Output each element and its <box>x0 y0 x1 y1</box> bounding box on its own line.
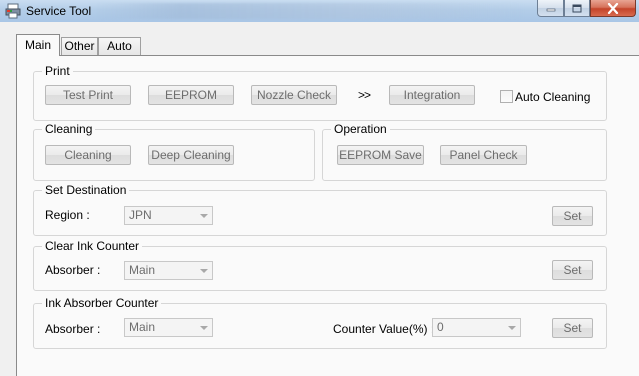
minimize-button[interactable] <box>537 0 564 17</box>
print-group: Print Test Print EEPROM Nozzle Check >> … <box>33 64 607 121</box>
tab-main-label: Main <box>24 38 51 52</box>
title-bar-glass <box>95 3 525 19</box>
maximize-icon <box>572 4 582 12</box>
printer-app-icon <box>5 3 21 19</box>
clear-ink-counter-group: Clear Ink Counter Absorber : Main Set <box>33 239 607 291</box>
clear-ink-counter-title: Clear Ink Counter <box>42 239 143 253</box>
clear-ink-counter-set-button[interactable]: Set <box>552 260 593 280</box>
operation-group: Operation EEPROM Save Panel Check <box>322 122 607 181</box>
set-destination-group: Set Destination Region : JPN Set <box>33 183 607 236</box>
ink-absorber-counter-group: Ink Absorber Counter Absorber : Main Cou… <box>33 296 607 349</box>
chevron-down-icon <box>200 214 208 218</box>
region-select[interactable]: JPN <box>124 206 213 225</box>
maximize-button[interactable] <box>564 0 590 17</box>
counter-absorber-label: Absorber : <box>45 322 101 336</box>
counter-value-select[interactable]: 0 <box>432 318 521 337</box>
test-print-button[interactable]: Test Print <box>45 85 131 105</box>
title-bar: Service Tool <box>0 0 639 22</box>
auto-cleaning-label: Auto Cleaning <box>515 90 591 104</box>
print-group-title: Print <box>42 64 73 78</box>
tab-main[interactable]: Main <box>16 34 60 56</box>
set-destination-title: Set Destination <box>42 183 130 197</box>
eeprom-button[interactable]: EEPROM <box>148 85 234 105</box>
region-select-value: JPN <box>129 208 152 222</box>
chevron-down-icon <box>508 326 516 330</box>
ink-absorber-counter-title: Ink Absorber Counter <box>42 296 162 310</box>
clear-absorber-select[interactable]: Main <box>124 261 213 280</box>
integration-button[interactable]: Integration <box>389 85 475 105</box>
chevron-down-icon <box>200 326 208 330</box>
counter-absorber-select[interactable]: Main <box>124 318 213 337</box>
tab-other[interactable]: Other <box>61 37 98 55</box>
nozzle-check-button[interactable]: Nozzle Check <box>251 85 337 105</box>
counter-value-label: Counter Value(%) : <box>333 322 435 336</box>
tab-auto-label: Auto <box>107 39 132 53</box>
tab-auto[interactable]: Auto <box>98 37 141 55</box>
minimize-icon <box>546 8 555 12</box>
chevron-down-icon <box>200 269 208 273</box>
counter-absorber-select-value: Main <box>129 320 156 334</box>
operation-group-title: Operation <box>331 122 390 136</box>
counter-value-select-value: 0 <box>437 320 444 334</box>
region-set-button[interactable]: Set <box>552 206 593 226</box>
cleaning-button[interactable]: Cleaning <box>45 145 131 165</box>
close-button[interactable] <box>590 0 636 17</box>
clear-absorber-select-value: Main <box>129 263 156 277</box>
auto-cleaning-checkbox[interactable] <box>500 90 513 103</box>
ink-absorber-counter-set-button[interactable]: Set <box>552 318 593 338</box>
region-label: Region : <box>45 208 90 222</box>
deep-cleaning-button[interactable]: Deep Cleaning <box>148 145 234 165</box>
eeprom-save-button[interactable]: EEPROM Save <box>337 145 424 165</box>
cleaning-group-title: Cleaning <box>42 122 96 136</box>
tab-other-label: Other <box>64 39 95 53</box>
panel-check-button[interactable]: Panel Check <box>440 145 527 165</box>
window-title: Service Tool <box>26 4 92 18</box>
close-icon <box>607 2 619 14</box>
main-tab-panel: Print Test Print EEPROM Nozzle Check >> … <box>16 55 639 376</box>
cleaning-group: Cleaning Cleaning Deep Cleaning <box>33 122 315 181</box>
clear-absorber-label: Absorber : <box>45 263 101 277</box>
integration-arrows: >> <box>358 88 371 102</box>
